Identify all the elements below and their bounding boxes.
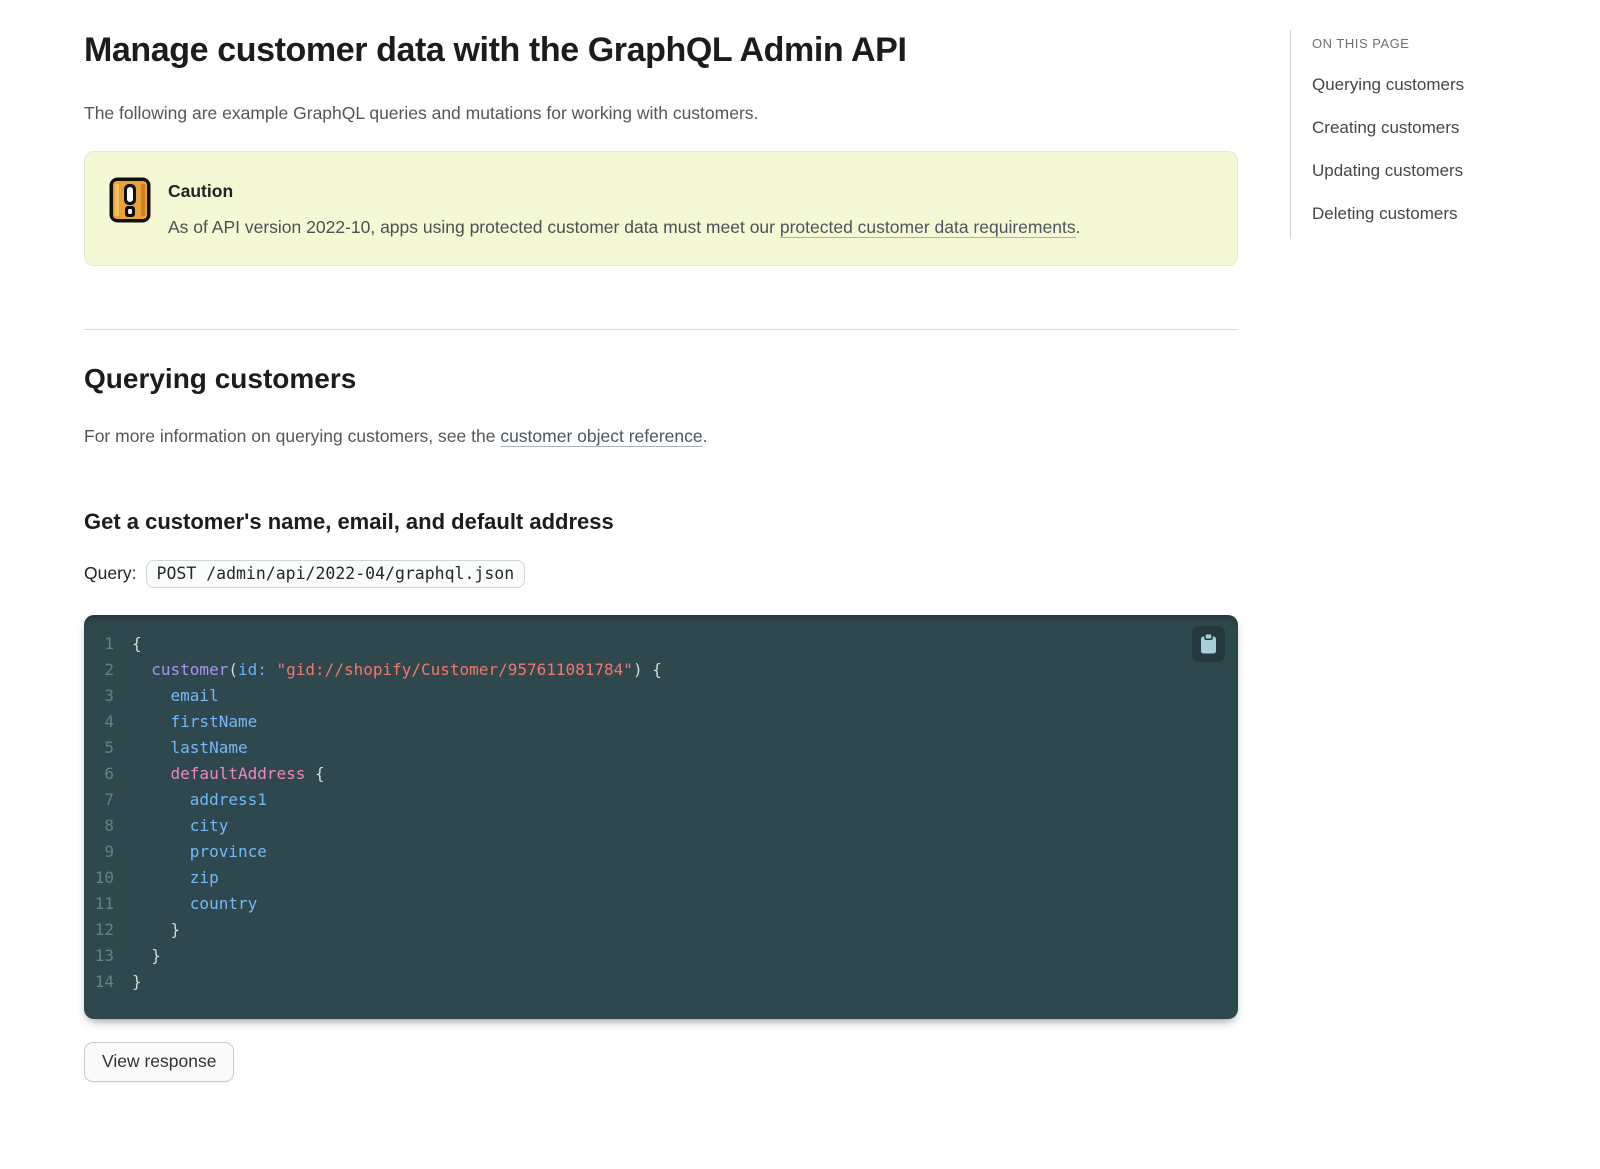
line-number: 12 bbox=[94, 919, 114, 939]
toc-item-deleting-customers[interactable]: Deleting customers bbox=[1312, 203, 1550, 225]
code-line: 7 address1 bbox=[84, 787, 1238, 813]
code-line: 5 lastName bbox=[84, 735, 1238, 761]
toc-item-querying-customers[interactable]: Querying customers bbox=[1312, 74, 1550, 96]
intro-paragraph: The following are example GraphQL querie… bbox=[84, 102, 759, 123]
code-text: defaultAddress { bbox=[170, 763, 325, 783]
toc-item-creating-customers[interactable]: Creating customers bbox=[1312, 117, 1550, 139]
code-text: customer(id: "gid://shopify/Customer/957… bbox=[151, 659, 662, 679]
toc-items: Querying customers Creating customers Upda… bbox=[1312, 74, 1550, 225]
code-line: 3 email bbox=[84, 683, 1238, 709]
line-number: 2 bbox=[104, 659, 114, 679]
caution-title: Caution bbox=[168, 180, 234, 201]
line-number: 1 bbox=[104, 633, 114, 653]
on-this-page-nav: ON THIS PAGE Querying customers Creating … bbox=[1290, 30, 1550, 239]
query-label: Query: bbox=[84, 563, 137, 584]
line-number: 8 bbox=[104, 815, 114, 835]
query-line: Query: POST /admin/api/2022-04/graphql.j… bbox=[84, 559, 1238, 588]
para-text-before: For more information on querying custome… bbox=[84, 425, 501, 446]
code-line: 13 } bbox=[84, 943, 1238, 969]
line-number: 7 bbox=[104, 789, 114, 809]
caution-text-before: As of API version 2022-10, apps using pr… bbox=[168, 216, 780, 237]
line-number: 9 bbox=[104, 841, 114, 861]
line-number: 10 bbox=[94, 867, 114, 887]
para-text-after: . bbox=[702, 425, 708, 446]
line-number: 3 bbox=[104, 685, 114, 705]
code-line: 1{ bbox=[84, 631, 1238, 657]
customer-object-reference-link[interactable]: customer object reference bbox=[500, 426, 702, 446]
clipboard-icon bbox=[1200, 633, 1217, 654]
code-line: 6 defaultAddress { bbox=[84, 761, 1238, 787]
toc-item-updating-customers[interactable]: Updating customers bbox=[1312, 160, 1550, 182]
toc-title: ON THIS PAGE bbox=[1312, 36, 1410, 51]
code-line: 12 } bbox=[84, 917, 1238, 943]
code-line: 10 zip bbox=[84, 865, 1238, 891]
code-text: firstName bbox=[170, 711, 258, 731]
code-line: 14} bbox=[84, 969, 1238, 995]
code-text: } bbox=[132, 919, 181, 939]
endpoint-pill: POST /admin/api/2022-04/graphql.json bbox=[145, 559, 526, 588]
caution-text-after: . bbox=[1075, 216, 1081, 237]
code-line: 4 firstName bbox=[84, 709, 1238, 735]
code-text: email bbox=[170, 685, 219, 705]
caution-callout: Caution As of API version 2022-10, apps … bbox=[84, 150, 1238, 266]
querying-customers-heading: Querying customers bbox=[84, 362, 357, 394]
line-number: 4 bbox=[104, 711, 114, 731]
line-number: 5 bbox=[104, 737, 114, 757]
pixel-exclamation-icon bbox=[109, 175, 151, 242]
line-number: 14 bbox=[94, 971, 114, 991]
code-text: { bbox=[132, 633, 142, 653]
code-text: province bbox=[189, 841, 267, 861]
code-text: } bbox=[132, 971, 142, 991]
code-line: 2 customer(id: "gid://shopify/Customer/9… bbox=[84, 657, 1238, 683]
caution-text: As of API version 2022-10, apps using pr… bbox=[168, 212, 1080, 242]
line-number: 13 bbox=[94, 945, 114, 965]
code-text: lastName bbox=[170, 737, 248, 757]
code-line: 8 city bbox=[84, 813, 1238, 839]
view-response-button[interactable]: View response bbox=[84, 1041, 235, 1082]
line-number: 6 bbox=[104, 763, 114, 783]
page-layout: Manage customer data with the GraphQL Ad… bbox=[0, 0, 1600, 1082]
code-text: } bbox=[132, 945, 161, 965]
querying-customers-paragraph: For more information on querying custome… bbox=[84, 423, 1238, 449]
page-title: Manage customer data with the GraphQL Ad… bbox=[84, 31, 907, 69]
example-heading: Get a customer's name, email, and defaul… bbox=[84, 508, 614, 534]
main-content: Manage customer data with the GraphQL Ad… bbox=[84, 0, 1238, 1082]
graphql-code-block: 1{2 customer(id: "gid://shopify/Customer… bbox=[84, 614, 1238, 1019]
section-divider bbox=[84, 328, 1238, 330]
caution-body: Caution As of API version 2022-10, apps … bbox=[168, 175, 1080, 242]
copy-code-button[interactable] bbox=[1192, 625, 1225, 662]
code-text: country bbox=[189, 893, 258, 913]
line-number: 11 bbox=[94, 893, 114, 913]
code-text: city bbox=[189, 815, 229, 835]
protected-customer-data-link[interactable]: protected customer data requirements bbox=[780, 217, 1076, 237]
code-lines: 1{2 customer(id: "gid://shopify/Customer… bbox=[84, 631, 1238, 995]
code-text: address1 bbox=[189, 789, 267, 809]
code-line: 11 country bbox=[84, 891, 1238, 917]
code-line: 9 province bbox=[84, 839, 1238, 865]
code-text: zip bbox=[189, 867, 219, 887]
